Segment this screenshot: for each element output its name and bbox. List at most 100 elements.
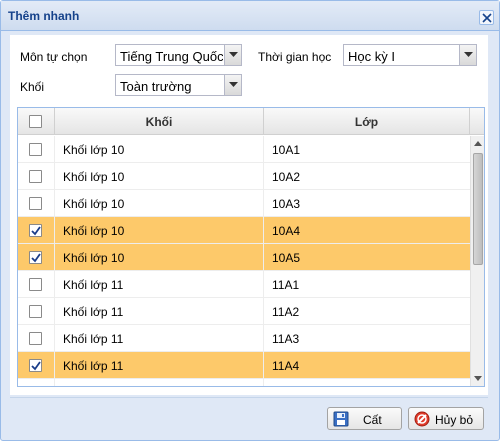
table-row[interactable]: Khối lớp 10 10A5: [18, 244, 470, 271]
scroll-down-icon[interactable]: [472, 372, 484, 384]
row-checkbox[interactable]: [29, 251, 42, 264]
table-row[interactable]: Khối lớp 10 10A1: [18, 136, 470, 163]
row-checkbox[interactable]: [29, 305, 42, 318]
table-row[interactable]: [18, 379, 470, 387]
grade-cell: Khối lớp 10: [55, 163, 264, 190]
cancel-label: Hủy bỏ: [435, 413, 474, 427]
grade-cell: Khối lớp 11: [55, 298, 264, 325]
save-icon: [333, 411, 349, 430]
class-cell: 10A2: [264, 163, 470, 190]
table-row[interactable]: Khối lớp 11 11A2: [18, 298, 470, 325]
row-select-cell: [18, 325, 55, 352]
period-select[interactable]: Học kỳ I: [343, 44, 477, 66]
scroll-thumb[interactable]: [473, 153, 483, 265]
class-cell: 10A4: [264, 217, 470, 244]
row-checkbox[interactable]: [29, 143, 42, 156]
class-cell: 11A3: [264, 325, 470, 352]
grade-cell: Khối lớp 11: [55, 325, 264, 352]
row-select-cell: [18, 379, 55, 387]
grade-text: Khối lớp 10: [63, 224, 125, 238]
table-row[interactable]: Khối lớp 10 10A2: [18, 163, 470, 190]
grade-cell: Khối lớp 10: [55, 244, 264, 271]
row-checkbox[interactable]: [29, 386, 42, 387]
header-grade-label: Khối: [145, 115, 173, 129]
period-dropdown-trigger[interactable]: [459, 45, 476, 65]
row-checkbox[interactable]: [29, 224, 42, 237]
class-text: 11A4: [272, 359, 300, 373]
grade-cell: Khối lớp 10: [55, 190, 264, 217]
period-value: Học kỳ I: [348, 49, 395, 64]
grid-scrollbar[interactable]: [470, 136, 484, 386]
row-checkbox[interactable]: [29, 278, 42, 291]
row-checkbox[interactable]: [29, 197, 42, 210]
grade-text: Khối lớp 10: [63, 251, 125, 265]
row-checkbox[interactable]: [29, 170, 42, 183]
grade-label: Khối: [20, 80, 45, 94]
subject-value: Tiếng Trung Quốc: [120, 49, 223, 64]
class-text: 11A3: [272, 332, 300, 346]
footer-divider: [10, 397, 488, 398]
table-row[interactable]: Khối lớp 11 11A3: [18, 325, 470, 352]
row-select-cell: [18, 298, 55, 325]
chevron-down-icon: [229, 82, 238, 87]
class-grid: Khối Lớp Khối lớp 10 10A1 Khối lớp 10 10A2 K…: [17, 107, 485, 387]
class-text: 10A1: [272, 143, 301, 157]
grade-text: Khối lớp 10: [63, 197, 125, 211]
close-icon: [482, 13, 492, 23]
class-cell: 11A1: [264, 271, 470, 298]
header-class-label: Lớp: [354, 115, 379, 129]
row-select-cell: [18, 271, 55, 298]
chevron-down-icon: [229, 52, 238, 57]
row-checkbox[interactable]: [29, 359, 42, 372]
scroll-up-icon[interactable]: [472, 138, 484, 150]
select-all-checkbox[interactable]: [29, 115, 42, 128]
class-cell: 11A2: [264, 298, 470, 325]
cancel-button[interactable]: Hủy bỏ: [408, 407, 484, 430]
class-cell: 10A1: [264, 136, 470, 163]
grid-rows: Khối lớp 10 10A1 Khối lớp 10 10A2 Khối lớp 1…: [18, 136, 470, 387]
dialog-title: Thêm nhanh: [8, 9, 80, 23]
subject-label: Môn tự chọn: [20, 50, 88, 64]
title-bar: Thêm nhanh: [1, 1, 499, 31]
grade-text: Khối lớp 10: [63, 143, 125, 157]
grade-cell: [55, 379, 264, 386]
subject-dropdown-trigger[interactable]: [224, 45, 241, 65]
class-cell: [264, 379, 470, 386]
class-text: 11A2: [272, 305, 300, 319]
grade-text: Khối lớp 11: [63, 332, 124, 346]
save-button[interactable]: Cất: [327, 407, 402, 430]
grade-cell: Khối lớp 10: [55, 217, 264, 244]
grade-cell: Khối lớp 10: [55, 136, 264, 163]
class-cell: 11A4: [264, 352, 470, 379]
row-select-cell: [18, 163, 55, 190]
class-cell: 10A3: [264, 190, 470, 217]
save-label: Cất: [363, 413, 382, 427]
table-row[interactable]: Khối lớp 11 11A4: [18, 352, 470, 379]
select-all-header: [18, 108, 55, 135]
grade-select[interactable]: Toàn trường: [115, 74, 242, 96]
table-row[interactable]: Khối lớp 11 11A1: [18, 271, 470, 298]
table-row[interactable]: Khối lớp 10 10A3: [18, 190, 470, 217]
grade-text: Khối lớp 11: [63, 305, 124, 319]
grade-cell: Khối lớp 11: [55, 352, 264, 379]
row-select-cell: [18, 217, 55, 244]
class-text: 10A2: [272, 170, 301, 184]
grade-dropdown-trigger[interactable]: [224, 75, 241, 95]
row-select-cell: [18, 190, 55, 217]
row-checkbox[interactable]: [29, 332, 42, 345]
grade-value: Toàn trường: [120, 79, 192, 94]
header-grade[interactable]: Khối: [55, 108, 264, 135]
row-select-cell: [18, 352, 55, 379]
period-label: Thời gian học: [258, 50, 332, 64]
class-text: 10A4: [272, 224, 301, 238]
grade-text: Khối lớp 11: [63, 359, 124, 373]
class-text: 11A1: [272, 278, 300, 292]
close-button[interactable]: [479, 10, 494, 25]
class-text: 10A5: [272, 251, 301, 265]
class-cell: 10A5: [264, 244, 470, 271]
header-class[interactable]: Lớp: [264, 108, 470, 135]
grade-text: Khối lớp 10: [63, 170, 125, 184]
subject-select[interactable]: Tiếng Trung Quốc: [115, 44, 242, 66]
table-row[interactable]: Khối lớp 10 10A4: [18, 217, 470, 244]
row-select-cell: [18, 136, 55, 163]
